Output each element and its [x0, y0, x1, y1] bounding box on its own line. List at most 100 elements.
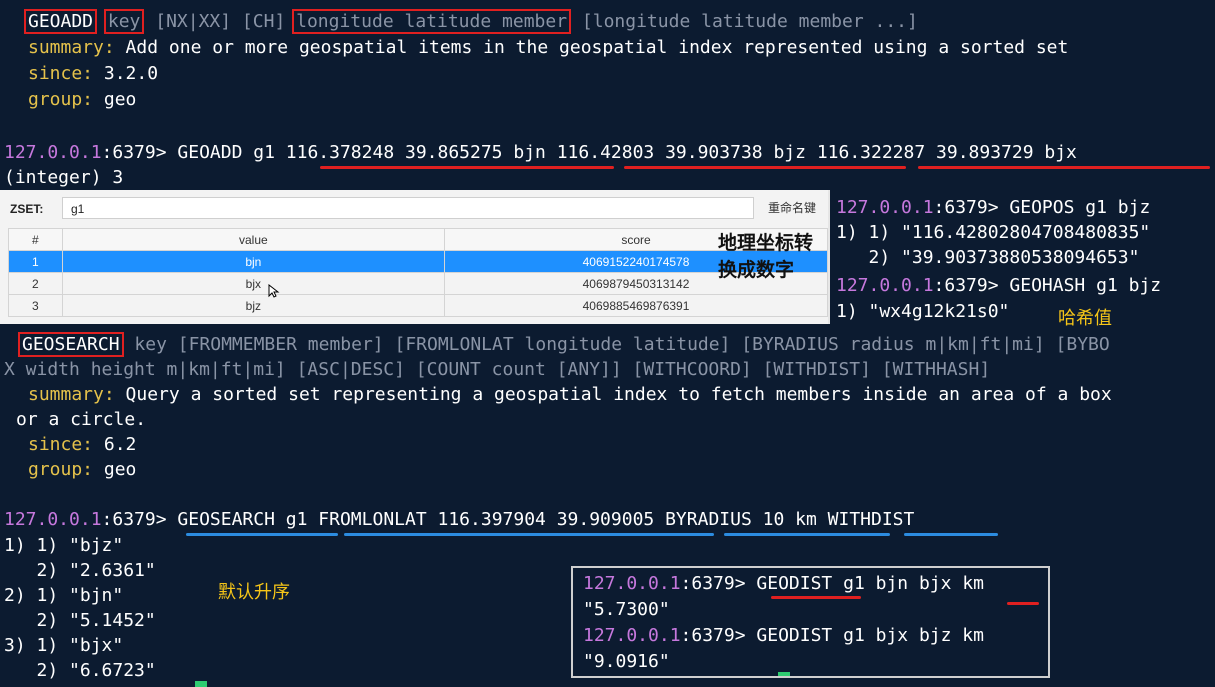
since-label: since:: [28, 63, 94, 84]
geoadd-group-line: group: geo: [28, 88, 136, 112]
table-row[interactable]: 2 bjx 4069879450313142: [8, 272, 828, 295]
geosearch-part-fromlonlat: FROMLONLAT 116.397904 39.909005: [318, 509, 655, 530]
geodist-cmd-unit: km: [962, 573, 985, 594]
geoadd-args-box: longitude latitude member: [292, 9, 572, 34]
prompt-host: 127.0.0.1: [4, 509, 102, 530]
prompt-host: 127.0.0.1: [4, 142, 102, 163]
row-value: bjn: [61, 250, 446, 273]
geosearch-syntax-line2: X width height m|km|ft|mi] [ASC|DESC] [C…: [4, 359, 991, 380]
geoadd-since: 3.2.0: [103, 63, 159, 84]
prompt-host: 127.0.0.1: [583, 573, 681, 594]
prompt-port: :6379>: [933, 197, 1010, 218]
geoadd-summary: Add one or more geospatial items in the …: [125, 37, 1069, 58]
row-score: 4069885469876391: [444, 294, 828, 317]
geoadd-result: (integer) 3: [4, 167, 124, 188]
hash-value-note: 哈希值: [1058, 308, 1112, 329]
geoadd-command-line: 127.0.0.1:6379> GEOADD g1 116.378248 39.…: [4, 141, 1077, 165]
underline-item-bjx: [918, 166, 1210, 169]
zset-table-header: # value score: [8, 228, 828, 251]
geosearch-part-key: GEOSEARCH g1: [177, 509, 308, 530]
group-label: group:: [28, 459, 94, 480]
geopos-cmd: GEOPOS g1 bjz: [1009, 197, 1151, 218]
underline-geodist: [771, 596, 861, 599]
row-index: 3: [8, 294, 63, 317]
geoadd-options: [NX|XX] [CH]: [155, 11, 286, 32]
geosearch-since-line: since: 6.2: [28, 433, 136, 457]
geoadd-key-box: key: [103, 9, 145, 34]
geoadd-command-box: GEOADD: [24, 9, 98, 34]
right-terminal: 127.0.0.1:6379> GEOPOS g1 bjz 1) 1) "116…: [828, 190, 1215, 329]
geoadd-item-bjn: 116.378248 39.865275 bjn: [285, 142, 546, 163]
geosearch-since: 6.2: [103, 434, 137, 455]
geodist-terminal: 127.0.0.1:6379> GEODIST g1 bjn bjx km "5…: [571, 566, 1050, 678]
terminal-cursor: [195, 681, 207, 687]
zset-table: # value score 1 bjn 4069152240174578 2 b…: [8, 228, 828, 317]
geosearch-result-line: 2) 1) "bjn": [4, 585, 124, 606]
geodist-cmd-name: GEODIST: [756, 573, 833, 594]
geodist-cmd-args: g1 bjn bjx: [843, 573, 952, 594]
prompt-port: :6379>: [933, 275, 1010, 296]
zset-viewer: ZSET: g1 重命名键 # value score 1 bjn 406915…: [0, 190, 828, 324]
table-row[interactable]: 3 bjz 4069885469876391: [8, 294, 828, 317]
zset-header: ZSET: g1 重命名键: [0, 190, 828, 226]
col-index-header[interactable]: #: [8, 228, 63, 251]
geosearch-syntax-rest: key [FROMMEMBER member] [FROMLONLAT long…: [134, 334, 1110, 355]
zset-key-name-field[interactable]: g1: [62, 197, 754, 219]
geodist-result-2: "9.0916": [583, 651, 670, 672]
prompt-port: :6379>: [101, 142, 178, 163]
geosearch-command-box: GEOSEARCH: [18, 332, 124, 357]
summary-label: summary:: [28, 384, 115, 405]
geosearch-summary-line: summary: Query a sorted set representing…: [28, 383, 1112, 407]
geosearch-part-withdist: WITHDIST: [827, 509, 915, 530]
prompt-port: :6379>: [680, 625, 757, 646]
geohash-cmd: GEOHASH g1 bjz: [1009, 275, 1162, 296]
terminal-cursor: [778, 672, 790, 676]
geosearch-result-line: 3) 1) "bjx": [4, 635, 124, 656]
underline-item-bjn: [320, 166, 614, 169]
underline-byradius: [724, 533, 890, 536]
geosearch-result-line: 2) "5.1452": [4, 610, 156, 631]
geosearch-group: geo: [103, 459, 137, 480]
geohash-command-line: 127.0.0.1:6379> GEOHASH g1 bjz: [836, 274, 1161, 298]
group-label: group:: [28, 89, 94, 110]
row-value: bjx: [61, 272, 446, 295]
rename-key-button[interactable]: 重命名键: [760, 197, 824, 219]
geo-to-number-note: 地理坐标转换成数字: [718, 232, 814, 281]
geosearch-result-line: 2) "2.6361": [4, 560, 156, 581]
underline-geosearch-key: [186, 533, 338, 536]
prompt-host: 127.0.0.1: [836, 275, 934, 296]
row-value: bjz: [61, 294, 446, 317]
middle-panel: ZSET: g1 重命名键 # value score 1 bjn 406915…: [0, 190, 1215, 329]
geoadd-since-line: since: 3.2.0: [28, 62, 158, 86]
mouse-cursor-icon: [268, 284, 280, 298]
underline-withdist: [904, 533, 998, 536]
table-row[interactable]: 1 bjn 4069152240174578: [8, 250, 828, 273]
prompt-host: 127.0.0.1: [836, 197, 934, 218]
geoadd-args-more: [longitude latitude member ...]: [581, 11, 918, 32]
underline-fromlonlat: [344, 533, 714, 536]
geoadd-summary-line: summary: Add one or more geospatial item…: [28, 36, 1068, 60]
prompt-host: 127.0.0.1: [583, 625, 681, 646]
geopos-command-line: 127.0.0.1:6379> GEOPOS g1 bjz: [836, 196, 1150, 220]
underline-km: [1007, 602, 1039, 605]
geosearch-command-line: 127.0.0.1:6379> GEOSEARCH g1 FROMLONLAT …: [4, 508, 914, 532]
geoadd-group: geo: [103, 89, 137, 110]
geopos-result-1: 1) 1) "116.42802804708480835": [836, 222, 1151, 243]
geosearch-result-line: 2) "6.6723": [4, 660, 156, 681]
geoadd-syntax-line: GEOADD key [NX|XX] [CH] longitude latitu…: [24, 9, 918, 34]
geodist-command-line-2: 127.0.0.1:6379> GEODIST g1 bjx bjz km: [583, 624, 984, 648]
geoadd-cmd: GEOADD g1: [177, 142, 286, 163]
geosearch-summary: Query a sorted set representing a geospa…: [125, 384, 1112, 405]
geodist-cmd-2: GEODIST g1 bjx bjz km: [756, 625, 984, 646]
geohash-result: 1) "wx4g12k21s0": [836, 301, 1010, 322]
since-label: since:: [28, 434, 94, 455]
ascending-default-note: 默认升序: [218, 582, 290, 603]
geopos-result-2: 2) "39.90373880538094653": [836, 247, 1140, 268]
geosearch-result-line: 1) 1) "bjz": [4, 535, 124, 556]
col-value-header[interactable]: value: [61, 228, 446, 251]
geosearch-summary-line2: or a circle.: [16, 409, 147, 430]
underline-item-bjz: [624, 166, 906, 169]
row-index: 1: [8, 250, 63, 273]
geosearch-group-line: group: geo: [28, 458, 136, 482]
geoadd-item-bjx: 116.322287 39.893729 bjx: [816, 142, 1077, 163]
